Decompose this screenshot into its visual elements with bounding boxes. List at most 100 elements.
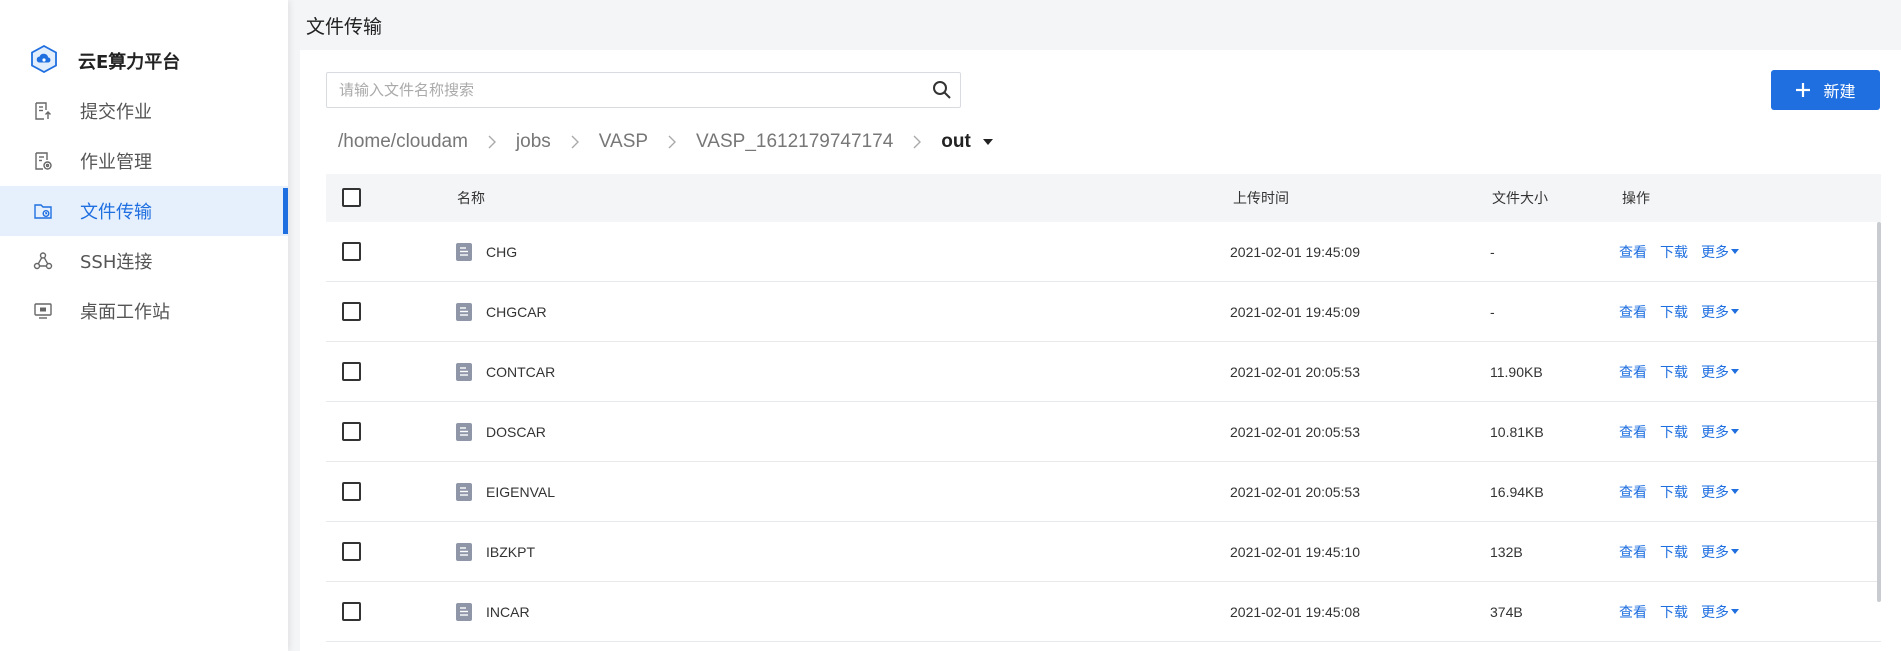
file-size: 374B bbox=[1490, 603, 1523, 620]
sidebar: 云E算力平台 提交作业 作业管理 文件传输 SSH连接 桌面工作站 bbox=[0, 0, 288, 651]
row-checkbox[interactable] bbox=[342, 601, 362, 622]
row-operations: 查看 下载 更多 bbox=[1619, 422, 1739, 442]
breadcrumb: /home/cloudam jobs VASP VASP_16121797471… bbox=[338, 124, 993, 160]
upload-time: 2021-02-01 19:45:09 bbox=[1230, 243, 1360, 260]
file-table: 名称 上传时间 文件大小 操作 CHG 2021-02-01 19:45:09 … bbox=[326, 174, 1881, 642]
row-checkbox[interactable] bbox=[342, 541, 362, 562]
sidebar-item-submit-job[interactable]: 提交作业 bbox=[0, 86, 288, 136]
breadcrumb-item-home[interactable]: /home/cloudam bbox=[338, 131, 468, 153]
view-link[interactable]: 查看 bbox=[1619, 542, 1647, 562]
download-link[interactable]: 下载 bbox=[1660, 482, 1688, 502]
file-name[interactable]: CONTCAR bbox=[486, 364, 555, 380]
breadcrumb-item-vasp[interactable]: VASP bbox=[599, 131, 648, 153]
view-link[interactable]: 查看 bbox=[1619, 302, 1647, 322]
caret-down-icon bbox=[1731, 429, 1739, 434]
sidebar-item-job-manage[interactable]: 作业管理 bbox=[0, 136, 288, 186]
download-link[interactable]: 下载 bbox=[1660, 422, 1688, 442]
more-dropdown[interactable]: 更多 bbox=[1701, 362, 1739, 382]
row-checkbox[interactable] bbox=[342, 421, 362, 442]
file-size: - bbox=[1490, 243, 1495, 260]
table-header: 名称 上传时间 文件大小 操作 bbox=[326, 174, 1881, 222]
table-row[interactable]: DOSCAR 2021-02-01 20:05:53 10.81KB 查看 下载… bbox=[326, 402, 1881, 462]
upload-time: 2021-02-01 20:05:53 bbox=[1230, 483, 1360, 500]
download-link[interactable]: 下载 bbox=[1660, 362, 1688, 382]
sidebar-item-ssh[interactable]: SSH连接 bbox=[0, 236, 288, 286]
row-checkbox[interactable] bbox=[342, 361, 362, 382]
row-operations: 查看 下载 更多 bbox=[1619, 362, 1739, 382]
more-dropdown[interactable]: 更多 bbox=[1701, 422, 1739, 442]
table-body: CHG 2021-02-01 19:45:09 - 查看 下载 更多 CHGCA… bbox=[326, 222, 1881, 642]
file-name[interactable]: INCAR bbox=[486, 604, 530, 620]
more-label: 更多 bbox=[1701, 244, 1729, 261]
more-dropdown[interactable]: 更多 bbox=[1701, 302, 1739, 322]
table-row[interactable]: CHGCAR 2021-02-01 19:45:09 - 查看 下载 更多 bbox=[326, 282, 1881, 342]
table-scrollbar[interactable] bbox=[1877, 222, 1881, 602]
sidebar-item-label: SSH连接 bbox=[80, 252, 153, 273]
view-link[interactable]: 查看 bbox=[1619, 482, 1647, 502]
search-icon[interactable] bbox=[924, 73, 960, 107]
row-checkbox[interactable] bbox=[342, 241, 362, 262]
file-name-cell: IBZKPT bbox=[456, 542, 535, 561]
select-all-checkbox[interactable] bbox=[342, 188, 362, 208]
file-size: - bbox=[1490, 303, 1495, 320]
download-link[interactable]: 下载 bbox=[1660, 542, 1688, 562]
file-icon bbox=[456, 362, 472, 381]
file-name[interactable]: DOSCAR bbox=[486, 424, 546, 440]
upload-time: 2021-02-01 19:45:09 bbox=[1230, 303, 1360, 320]
row-checkbox[interactable] bbox=[342, 481, 362, 502]
breadcrumb-current[interactable]: out bbox=[941, 131, 971, 153]
file-name[interactable]: CHGCAR bbox=[486, 304, 547, 320]
file-name[interactable]: CHG bbox=[486, 244, 517, 260]
row-checkbox[interactable] bbox=[342, 301, 362, 322]
desktop-icon bbox=[32, 300, 54, 322]
view-link[interactable]: 查看 bbox=[1619, 602, 1647, 622]
header-upload-time: 上传时间 bbox=[1233, 191, 1289, 207]
file-icon bbox=[456, 302, 472, 321]
table-row[interactable]: EIGENVAL 2021-02-01 20:05:53 16.94KB 查看 … bbox=[326, 462, 1881, 522]
table-row[interactable]: IBZKPT 2021-02-01 19:45:10 132B 查看 下载 更多 bbox=[326, 522, 1881, 582]
more-label: 更多 bbox=[1701, 304, 1729, 321]
chevron-right-icon bbox=[668, 135, 677, 149]
file-name[interactable]: EIGENVAL bbox=[486, 484, 555, 500]
breadcrumb-item-jobs[interactable]: jobs bbox=[516, 131, 551, 153]
file-icon bbox=[456, 422, 472, 441]
caret-down-icon bbox=[1731, 489, 1739, 494]
sidebar-item-file-transfer[interactable]: 文件传输 bbox=[0, 186, 288, 236]
table-row[interactable]: CONTCAR 2021-02-01 20:05:53 11.90KB 查看 下… bbox=[326, 342, 1881, 402]
view-link[interactable]: 查看 bbox=[1619, 362, 1647, 382]
table-row[interactable]: CHG 2021-02-01 19:45:09 - 查看 下载 更多 bbox=[326, 222, 1881, 282]
page-header: 文件传输 bbox=[288, 0, 1901, 50]
plus-icon bbox=[1795, 82, 1811, 98]
more-dropdown[interactable]: 更多 bbox=[1701, 602, 1739, 622]
file-name[interactable]: IBZKPT bbox=[486, 544, 535, 560]
file-size: 10.81KB bbox=[1490, 423, 1544, 440]
file-name-cell: EIGENVAL bbox=[456, 482, 555, 501]
more-dropdown[interactable]: 更多 bbox=[1701, 542, 1739, 562]
caret-down-icon[interactable] bbox=[982, 139, 993, 145]
download-link[interactable]: 下载 bbox=[1660, 602, 1688, 622]
download-link[interactable]: 下载 bbox=[1660, 242, 1688, 262]
file-transfer-icon bbox=[32, 200, 54, 222]
view-link[interactable]: 查看 bbox=[1619, 242, 1647, 262]
sidebar-item-desktop[interactable]: 桌面工作站 bbox=[0, 286, 288, 336]
table-row[interactable]: INCAR 2021-02-01 19:45:08 374B 查看 下载 更多 bbox=[326, 582, 1881, 642]
file-name-cell: INCAR bbox=[456, 602, 530, 621]
caret-down-icon bbox=[1731, 549, 1739, 554]
chevron-right-icon bbox=[913, 135, 922, 149]
caret-down-icon bbox=[1731, 609, 1739, 614]
upload-time: 2021-02-01 20:05:53 bbox=[1230, 363, 1360, 380]
download-link[interactable]: 下载 bbox=[1660, 302, 1688, 322]
search-input[interactable] bbox=[327, 73, 924, 107]
view-link[interactable]: 查看 bbox=[1619, 422, 1647, 442]
upload-time: 2021-02-01 19:45:08 bbox=[1230, 603, 1360, 620]
brand[interactable]: 云E算力平台 bbox=[30, 44, 180, 78]
breadcrumb-item-vasp-job[interactable]: VASP_1612179747174 bbox=[696, 131, 893, 153]
new-button[interactable]: 新建 bbox=[1771, 70, 1880, 110]
more-dropdown[interactable]: 更多 bbox=[1701, 242, 1739, 262]
header-operations: 操作 bbox=[1622, 191, 1650, 207]
file-size: 132B bbox=[1490, 543, 1523, 560]
chevron-right-icon bbox=[488, 135, 496, 149]
more-label: 更多 bbox=[1701, 604, 1729, 621]
file-size: 16.94KB bbox=[1490, 483, 1544, 500]
more-dropdown[interactable]: 更多 bbox=[1701, 482, 1739, 502]
